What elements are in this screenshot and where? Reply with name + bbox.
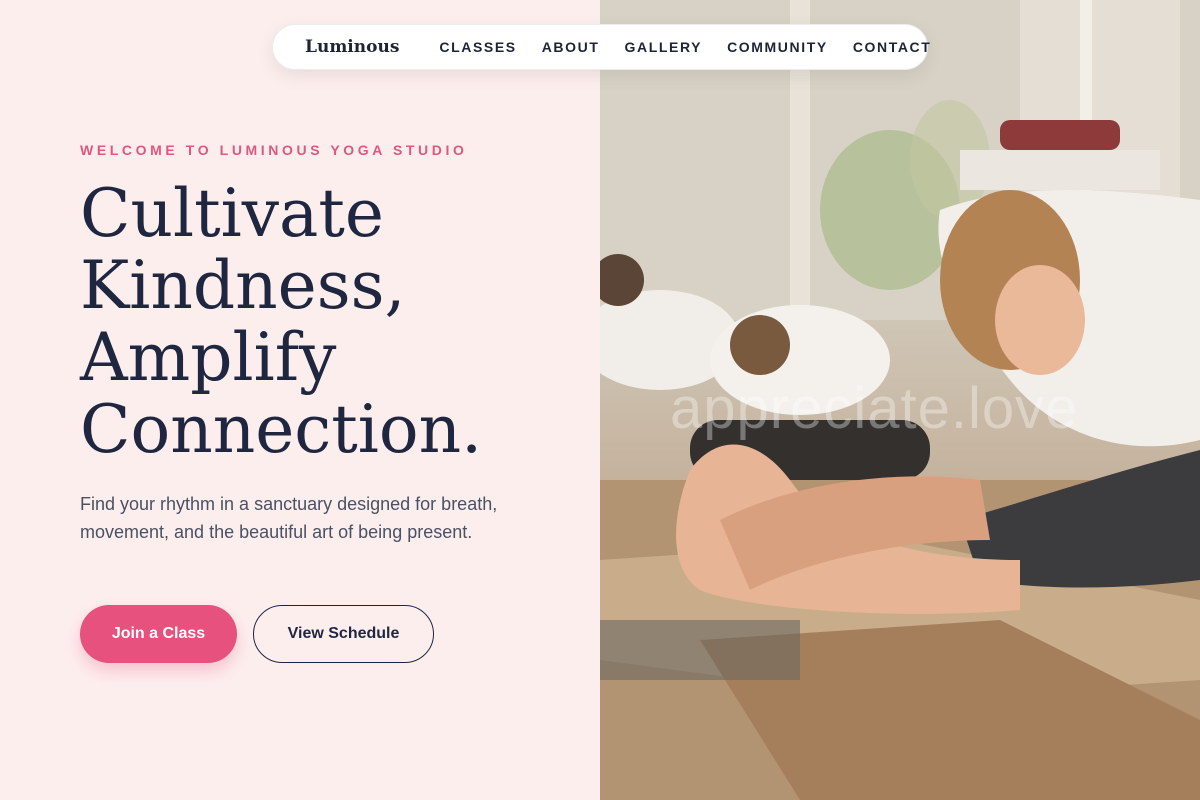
headline-line-1: Cultivate <box>80 175 384 252</box>
brand-logo[interactable]: Luminous <box>305 37 399 57</box>
headline-line-2: Kindness, <box>80 247 406 324</box>
watermark-text: appreciate.love <box>670 376 1079 441</box>
nav-link-community[interactable]: COMMUNITY <box>727 39 828 55</box>
nav-link-gallery[interactable]: GALLERY <box>625 39 703 55</box>
nav-link-contact[interactable]: CONTACT <box>853 39 932 55</box>
nav-link-classes[interactable]: CLASSES <box>439 39 516 55</box>
nav-link-about[interactable]: ABOUT <box>542 39 600 55</box>
join-class-button[interactable]: Join a Class <box>80 605 237 663</box>
view-schedule-button[interactable]: View Schedule <box>253 605 434 663</box>
hero-eyebrow: WELCOME TO LUMINOUS YOGA STUDIO <box>80 142 468 158</box>
top-navbar: Luminous CLASSES ABOUT GALLERY COMMUNITY… <box>272 24 931 70</box>
hero-subtext: Find your rhythm in a sanctuary designed… <box>80 494 498 542</box>
headline-line-3: Amplify <box>80 319 337 396</box>
nav-links: CLASSES ABOUT GALLERY COMMUNITY CONTACT <box>439 39 931 55</box>
headline-line-4: Connection. <box>80 391 483 468</box>
hero-headline: Cultivate Kindness, Amplify Connection. <box>80 178 580 466</box>
hero-photo: appreciate.love <box>600 0 1200 800</box>
